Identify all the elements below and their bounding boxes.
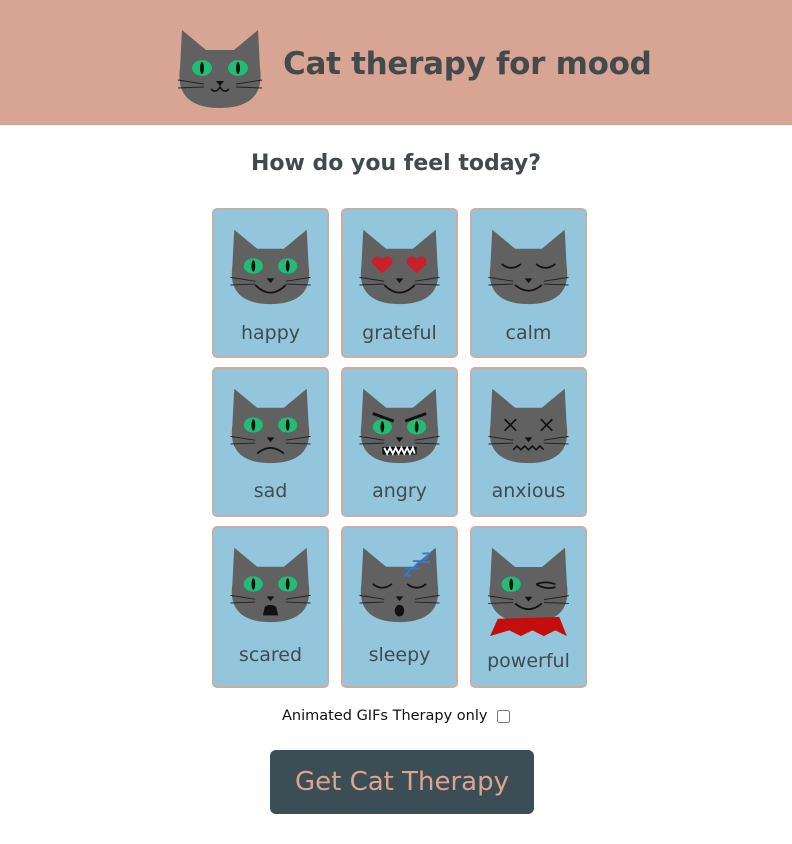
mood-label: anxious <box>491 480 566 502</box>
mood-label: sleepy <box>368 644 431 666</box>
mood-card-sad[interactable]: sad <box>212 367 329 517</box>
mood-label: grateful <box>362 322 437 344</box>
mood-card-happy[interactable]: happy <box>212 208 329 358</box>
cat-sleepy-icon <box>359 547 440 623</box>
mood-label: angry <box>372 480 427 502</box>
mood-card-scared[interactable]: scared <box>212 526 329 688</box>
mood-question: How do you feel today? <box>250 151 542 176</box>
cat-anxious-icon <box>488 388 569 464</box>
gif-only-checkbox[interactable] <box>497 709 511 723</box>
app-header: Cat therapy for mood <box>0 0 792 125</box>
mood-card-grateful[interactable]: grateful <box>341 208 458 358</box>
gif-only-label[interactable]: Animated GIFs Therapy only <box>282 708 487 724</box>
mood-card-calm[interactable]: calm <box>470 208 587 358</box>
mood-grid: happy grateful calm sad angry anxious sc… <box>212 208 592 688</box>
cat-heart-eyes-icon <box>359 229 440 305</box>
mood-label: happy <box>240 322 301 344</box>
cat-calm-icon <box>488 229 569 305</box>
cat-happy-icon <box>230 229 311 305</box>
cat-angry-icon <box>359 388 440 464</box>
mood-label: powerful <box>487 650 570 672</box>
mood-label: scared <box>238 644 303 666</box>
cat-face-icon <box>177 30 263 108</box>
mood-card-angry[interactable]: angry <box>341 367 458 517</box>
mood-label: sad <box>253 480 288 502</box>
cat-sad-icon <box>230 388 311 464</box>
mood-card-powerful[interactable]: powerful <box>470 526 587 688</box>
gif-only-option: Animated GIFs Therapy only <box>282 708 511 724</box>
app-title: Cat therapy for mood <box>283 46 652 82</box>
cat-powerful-cape-icon <box>488 547 569 637</box>
mood-card-sleepy[interactable]: sleepy <box>341 526 458 688</box>
get-cat-therapy-button[interactable]: Get Cat Therapy <box>270 750 534 814</box>
mood-card-anxious[interactable]: anxious <box>470 367 587 517</box>
mood-label: calm <box>505 322 552 344</box>
cat-scared-icon <box>230 547 311 623</box>
